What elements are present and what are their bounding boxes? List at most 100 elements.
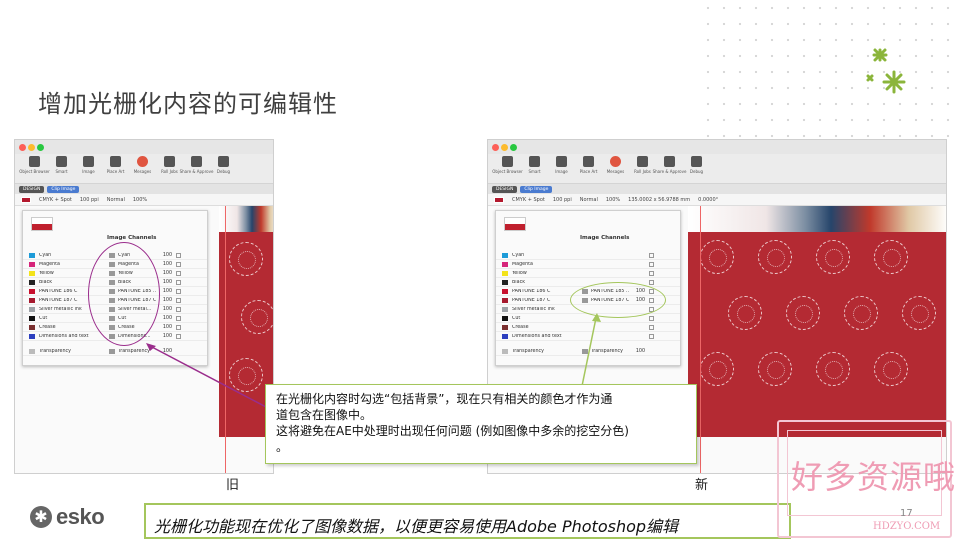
toolbar-object-browser[interactable]: Object Browser xyxy=(19,154,50,174)
zoom-window-icon[interactable] xyxy=(510,144,517,151)
channel-name: Cyan xyxy=(512,252,525,258)
toolbar-image[interactable]: Image xyxy=(75,154,102,174)
color-swatch[interactable] xyxy=(21,196,31,203)
channel-value[interactable]: 100 xyxy=(156,325,172,330)
channel-color-swatch xyxy=(29,306,35,312)
channel-row[interactable]: Cyan xyxy=(496,251,680,260)
image-thumbnail xyxy=(31,217,53,231)
pattern-circle xyxy=(816,352,850,386)
channel-checkbox[interactable] xyxy=(649,279,654,285)
minimize-window-icon[interactable] xyxy=(28,144,35,151)
channel-checkbox[interactable] xyxy=(176,252,181,258)
channel-map xyxy=(582,253,629,258)
channel-checkbox[interactable] xyxy=(176,261,181,267)
close-window-icon[interactable] xyxy=(492,144,499,151)
channel-checkbox[interactable] xyxy=(176,333,181,339)
channel-checkbox[interactable] xyxy=(649,333,654,339)
channel-checkbox[interactable] xyxy=(176,270,181,276)
toolbar-smart[interactable]: Smart xyxy=(48,154,75,174)
channel-color-swatch xyxy=(29,261,35,267)
toolbar-messages[interactable]: Mesages xyxy=(602,154,629,174)
toolbar-smart[interactable]: Smart xyxy=(521,154,548,174)
channel-checkbox[interactable] xyxy=(176,288,181,294)
channel-checkbox[interactable] xyxy=(176,324,181,330)
footer-caption: 光栅化功能现在优化了图像数据，以便更容易使用Adobe Photoshop编辑 xyxy=(144,503,791,539)
blend-select[interactable]: Normal xyxy=(107,197,125,203)
zoom-window-icon[interactable] xyxy=(37,144,44,151)
panel-header: Image Channels xyxy=(496,211,680,251)
channel-name: Dimensions and text xyxy=(512,333,562,339)
channel-checkbox[interactable] xyxy=(649,270,654,276)
watermark: 好多资源哦 HDZYO.COM xyxy=(777,420,955,538)
watermark-url: HDZYO.COM xyxy=(873,521,941,532)
resolution-select[interactable]: 100 ppi xyxy=(80,197,99,203)
channel-row[interactable]: Dimensions and text xyxy=(496,332,680,341)
pattern-circle xyxy=(728,296,762,330)
watermark-text: 好多资源哦 xyxy=(791,458,957,496)
close-window-icon[interactable] xyxy=(19,144,26,151)
channel-checkbox[interactable] xyxy=(176,315,181,321)
pattern-circle xyxy=(786,296,820,330)
channel-value[interactable]: 100 xyxy=(156,271,172,276)
slide-title: 增加光栅化内容的可编辑性 xyxy=(38,90,338,118)
color-swatch[interactable] xyxy=(494,196,504,203)
cloud-icon xyxy=(191,156,202,167)
channel-checkbox[interactable] xyxy=(649,261,654,267)
transparency-row[interactable]: Transparency Transparency 100 xyxy=(23,347,207,356)
colorspace-select[interactable]: CMYK + Spot xyxy=(39,197,72,203)
opacity-select[interactable]: 100% xyxy=(606,197,620,203)
gear-icon xyxy=(637,156,648,167)
channel-map xyxy=(582,325,629,330)
tab-design[interactable]: DESIGN xyxy=(19,185,45,193)
tab-clip-image[interactable]: Clip Image xyxy=(520,185,553,193)
channel-checkbox[interactable] xyxy=(649,252,654,258)
panel-title: Image Channels xyxy=(107,235,157,241)
toolbar-object-browser[interactable]: Object Browser xyxy=(492,154,523,174)
channel-name: Yellow xyxy=(512,270,527,276)
smart-icon xyxy=(56,156,67,167)
opacity-select[interactable]: 100% xyxy=(133,197,147,203)
channel-row[interactable]: Cut xyxy=(496,314,680,323)
channel-checkbox[interactable] xyxy=(176,297,181,303)
toolbar-messages[interactable]: Mesages xyxy=(129,154,156,174)
channel-value[interactable]: 100 xyxy=(156,334,172,339)
toolbar-share-approve[interactable]: Share & Approve xyxy=(180,154,213,174)
toolbar-place-art[interactable]: Place Art xyxy=(575,154,602,174)
channel-row[interactable]: Magenta xyxy=(496,260,680,269)
channel-map xyxy=(582,271,629,276)
toolbar-debug[interactable]: Debug xyxy=(210,154,237,174)
toolbar-share-approve[interactable]: Share & Approve xyxy=(653,154,686,174)
channel-name: Cut xyxy=(512,315,521,321)
channel-map xyxy=(582,334,629,339)
channel-value[interactable]: 100 xyxy=(156,316,172,321)
size-field[interactable]: 135.0002 x 56.9788 mm xyxy=(628,197,690,203)
channel-row[interactable]: Yellow xyxy=(496,269,680,278)
channel-checkbox[interactable] xyxy=(176,279,181,285)
channel-checkbox[interactable] xyxy=(649,324,654,330)
toolbar-image[interactable]: Image xyxy=(548,154,575,174)
channel-value[interactable]: 100 xyxy=(156,253,172,258)
tab-clip-image[interactable]: Clip Image xyxy=(47,185,80,193)
tab-design[interactable]: DESIGN xyxy=(492,185,518,193)
gear-icon xyxy=(164,156,175,167)
minimize-window-icon[interactable] xyxy=(501,144,508,151)
colorspace-select[interactable]: CMYK + Spot xyxy=(512,197,545,203)
channel-name: Dimensions and text xyxy=(39,333,89,339)
pattern-circle xyxy=(700,240,734,274)
object-browser-icon xyxy=(29,156,40,167)
highlight-ellipse-old xyxy=(88,242,160,346)
toolbar-place-art[interactable]: Place Art xyxy=(102,154,129,174)
tab-bar: DESIGN Clip Image xyxy=(15,184,273,194)
channel-checkbox[interactable] xyxy=(176,306,181,312)
resolution-select[interactable]: 100 ppi xyxy=(553,197,572,203)
channel-row[interactable]: Crease xyxy=(496,323,680,332)
angle-field[interactable]: 0.0000° xyxy=(698,197,718,203)
transparency-row[interactable]: Transparency Transparency 100 xyxy=(496,347,680,356)
toolbar-debug[interactable]: Debug xyxy=(683,154,710,174)
artwork-photo xyxy=(688,206,946,232)
channel-checkbox[interactable] xyxy=(649,315,654,321)
blend-select[interactable]: Normal xyxy=(580,197,598,203)
cloud-icon xyxy=(664,156,675,167)
channel-value[interactable]: 100 xyxy=(156,262,172,267)
explanation-callout: 在光栅化内容时勾选“包括背景”，现在只有相关的颜色才作为通 道包含在图像中。 这… xyxy=(265,384,697,464)
